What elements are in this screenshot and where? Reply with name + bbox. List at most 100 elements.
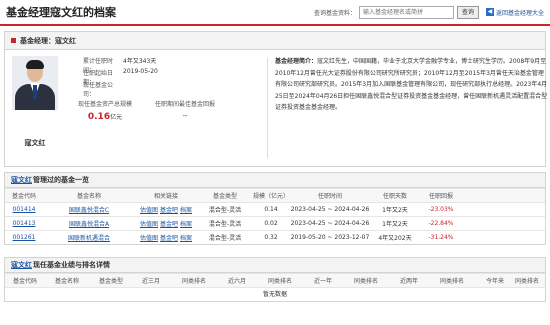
- search-label: 查询基金资料：: [313, 9, 356, 17]
- table-cell: 混合型-灵活: [197, 219, 253, 228]
- back-to-managers-link[interactable]: ◀ 返回基金经理大全: [485, 8, 544, 17]
- manager-profile: 寇文红 累计任职时间： 4年又343天 任职起始日期： 2019-05-20 现任基…: [4, 49, 549, 167]
- column-header: 任职时间: [317, 193, 342, 200]
- perf-table: 基金代码 基金名称 基金类型 近三月 同类排名 近六月 同类排名 近一年 同类排名 近两年 同类排名…: [4, 273, 546, 302]
- related-links: 估值图 基金吧 档案: [135, 233, 197, 242]
- manager-name-link[interactable]: 寇文红: [11, 260, 32, 270]
- table-cell: -22.84%: [419, 220, 463, 227]
- search-button[interactable]: 查询: [456, 5, 479, 19]
- table-cell: 2023-04-25 ~ 2024-04-26: [289, 206, 371, 213]
- table-cell: 2019-05-20 ~ 2023-12-07: [289, 234, 371, 241]
- tenure-return: -22.84%: [428, 220, 454, 227]
- column-header: 任职回报: [428, 193, 453, 200]
- related-link[interactable]: 估值图: [140, 235, 158, 242]
- info-row-company: 现任基金公司：: [83, 82, 114, 98]
- manager-name: 寇文红: [24, 139, 46, 147]
- column-header: 基金类型: [212, 193, 237, 200]
- column-header: 基金代码: [11, 193, 36, 200]
- manager-section-label: 基金经理：寇文红: [20, 36, 76, 45]
- column-header: 基金类型: [98, 278, 123, 285]
- table-row: 001413 国联鑫悦混合A 估值图 基金吧 档案 混合型-灵活 0.02 2023-04-2…: [5, 216, 545, 230]
- related-link[interactable]: 档案: [180, 235, 192, 242]
- funds-section-header: 寇文红 管理过的基金一览: [4, 172, 546, 188]
- column-header: 近六月: [227, 278, 246, 285]
- tenure-days: 1年又2天: [382, 221, 408, 228]
- table-row: 001414 国联鑫悦混合C 估值图 基金吧 档案 混合型-灵活 0.14 2023-04-2…: [5, 202, 545, 216]
- total-assets-stat: 现任基金资产总规模 0.16亿元: [77, 101, 132, 122]
- tenure-return: -31.24%: [428, 234, 454, 241]
- divider: [267, 58, 268, 158]
- fund-code-link[interactable]: 001261: [13, 234, 36, 241]
- intro-text: 寇文红先生，中国国籍，毕业于北京大学金融学专业，博士研究生学历。2008年9月至…: [275, 58, 548, 111]
- table-cell: -31.24%: [419, 234, 463, 241]
- manager-intro: 基金经理简介：寇文红先生，中国国籍，毕业于北京大学金融学专业，博士研究生学历。2…: [275, 56, 549, 114]
- table-cell: 混合型-灵活: [197, 205, 253, 214]
- fund-code-link[interactable]: 001413: [13, 220, 36, 227]
- tenure-days: 1年又2天: [382, 207, 408, 214]
- search-area: 查询基金资料： 查询 ◀ 返回基金经理大全: [313, 5, 544, 19]
- related-link[interactable]: 档案: [180, 221, 192, 228]
- column-header: 同类排名: [514, 278, 539, 285]
- related-link[interactable]: 档案: [180, 207, 192, 214]
- table-cell: 1年又2天: [371, 205, 419, 214]
- fund-type: 混合型-灵活: [208, 221, 242, 228]
- related-link[interactable]: 估值图: [140, 207, 158, 214]
- bullet-icon: [11, 38, 16, 43]
- table-cell: 0.14: [253, 206, 289, 213]
- empty-message: 暂无数据: [5, 287, 545, 301]
- funds-table: 基金代码 基金名称 相关链接 基金类型 规模（亿元） 任职时间 任职天数 任职回报 00141…: [4, 188, 546, 245]
- related-link[interactable]: 基金吧: [160, 207, 178, 214]
- table-cell: 国联新机遇混合: [43, 233, 135, 242]
- related-link[interactable]: 估值图: [140, 221, 158, 228]
- related-links: 估值图 基金吧 档案: [135, 219, 197, 228]
- column-header: 任职天数: [382, 193, 407, 200]
- related-links: 估值图 基金吧 档案: [135, 205, 197, 214]
- table-cell: 001413: [5, 220, 43, 227]
- fund-type: 混合型-灵活: [208, 207, 242, 214]
- intro-title: 基金经理简介：: [275, 58, 318, 65]
- tenure-period: 2019-05-20 ~ 2023-12-07: [290, 234, 370, 241]
- table-cell: 混合型-灵活: [197, 233, 253, 242]
- table-cell: 0.32: [253, 234, 289, 241]
- table-cell: -23.03%: [419, 206, 463, 213]
- column-header: 同类排名: [439, 278, 464, 285]
- table-header-row: 基金代码 基金名称 基金类型 近三月 同类排名 近六月 同类排名 近一年 同类排名 近两年 同类排名…: [5, 273, 545, 287]
- table-cell: 0.02: [253, 220, 289, 227]
- related-link[interactable]: 基金吧: [160, 221, 178, 228]
- fund-name-link[interactable]: 国联新机遇混合: [68, 235, 110, 242]
- info-row-start-date: 任职起始日期： 2019-05-20: [83, 68, 158, 86]
- table-cell: 001414: [5, 206, 43, 213]
- fund-scale: 0.32: [264, 234, 278, 241]
- table-row: 001261 国联新机遇混合 估值图 基金吧 档案 混合型-灵活 0.32 2019-05-2…: [5, 230, 545, 244]
- perf-section-header: 寇文红 现任基金业绩与排名详情: [4, 257, 546, 273]
- table-cell: 2023-04-25 ~ 2024-04-26: [289, 220, 371, 227]
- top-bar: 基金经理寇文红的档案 查询基金资料： 查询 ◀ 返回基金经理大全: [0, 0, 550, 26]
- fund-type: 混合型-灵活: [208, 235, 242, 242]
- fund-scale: 0.14: [264, 206, 278, 213]
- manager-photo: [12, 56, 58, 110]
- column-header: 基金代码: [12, 278, 37, 285]
- table-cell: 001261: [5, 234, 43, 241]
- related-link[interactable]: 基金吧: [160, 235, 178, 242]
- tenure-return: -23.03%: [428, 206, 454, 213]
- fund-name-link[interactable]: 国联鑫悦混合C: [69, 207, 109, 214]
- tenure-days: 4年又202天: [378, 235, 412, 242]
- column-header: 基金名称: [76, 193, 101, 200]
- table-header-row: 基金代码 基金名称 相关链接 基金类型 规模（亿元） 任职时间 任职天数 任职回报: [5, 188, 545, 202]
- table-cell: 1年又2天: [371, 219, 419, 228]
- table-cell: 国联鑫悦混合C: [43, 205, 135, 214]
- column-header: 近一年: [313, 278, 332, 285]
- fund-code-link[interactable]: 001414: [13, 206, 36, 213]
- column-header: 近三月: [141, 278, 160, 285]
- fund-name-link[interactable]: 国联鑫悦混合A: [69, 221, 109, 228]
- column-header: 同类排名: [353, 278, 378, 285]
- column-header: 近两年: [399, 278, 418, 285]
- column-header: 相关链接: [153, 193, 178, 200]
- manager-name-link[interactable]: 寇文红: [11, 175, 32, 185]
- fund-scale: 0.02: [264, 220, 278, 227]
- tenure-period: 2023-04-25 ~ 2024-04-26: [290, 206, 370, 213]
- search-input[interactable]: [358, 5, 454, 19]
- page-title: 基金经理寇文红的档案: [6, 6, 116, 19]
- column-header: 同类排名: [267, 278, 292, 285]
- table-cell: 4年又202天: [371, 233, 419, 242]
